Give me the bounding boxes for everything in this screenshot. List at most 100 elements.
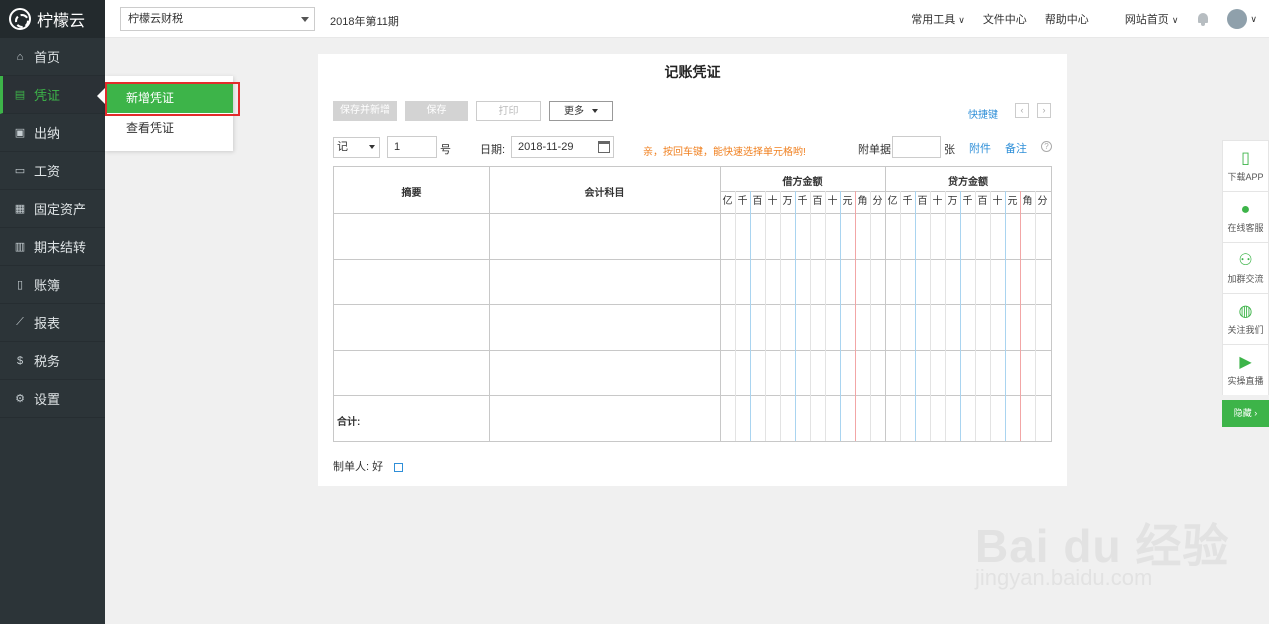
right-panel-item-4[interactable]: ▶ 实操直播 [1222, 344, 1269, 395]
calendar-icon: ▥ [14, 241, 26, 253]
top-bar: 柠檬云财税 2018年第11期 常用工具 ∨ 文件中心 帮助中心 网站首页 ∨ ∨ [105, 0, 1269, 38]
voucher-icon: ▤ [14, 89, 26, 101]
group-icon: ⚇ [1238, 252, 1253, 269]
enter-key-tip: 亲，按回车键，能快速选择单元格哟! [643, 147, 806, 158]
maker-info: 制单人: 好 [333, 458, 404, 474]
calendar-icon[interactable] [598, 141, 610, 153]
digit-column-line [870, 191, 871, 441]
prev-voucher-button[interactable]: ‹ [1015, 103, 1029, 118]
right-panel-item-label: 下载APP [1227, 172, 1264, 182]
view-voucher-menu-item[interactable]: 查看凭证 [105, 113, 233, 143]
date-input[interactable]: 2018-11-29 [511, 136, 614, 158]
sidebar-item-9[interactable]: ⚙ 设置 [0, 380, 105, 418]
summary-header: 摘要 [401, 188, 422, 199]
cashier-icon: ▣ [14, 127, 26, 139]
digit-header: 千 [737, 196, 748, 207]
sidebar-item-5[interactable]: ▥ 期末结转 [0, 228, 105, 266]
digit-column-line [810, 191, 811, 441]
voucher-card: 记账凭证 保存并新增 保存 打印 更多 快捷键 ‹ › 记 1 号 日期: 20… [318, 54, 1067, 486]
digit-column-line [840, 191, 841, 441]
tools-menu[interactable]: 常用工具 ∨ [893, 11, 965, 27]
digit-header: 千 [962, 196, 973, 207]
site-home-menu[interactable]: 网站首页 ∨ [1107, 11, 1179, 27]
digit-column-line [900, 191, 901, 441]
right-panel-item-label: 实操直播 [1227, 376, 1264, 386]
sidebar-item-label: 凭证 [34, 88, 61, 103]
next-voucher-button[interactable]: › [1037, 103, 1051, 118]
sidebar-item-3[interactable]: ▭ 工资 [0, 152, 105, 190]
right-panel-item-1[interactable]: ● 在线客服 [1222, 191, 1269, 242]
edit-icon[interactable] [394, 462, 404, 472]
chevron-down-icon [592, 109, 598, 114]
sidebar-item-label: 账簿 [34, 278, 61, 293]
digit-column-line [1020, 191, 1021, 441]
shortcut-link[interactable]: 快捷键 [968, 106, 998, 121]
sidebar-item-label: 设置 [34, 392, 61, 407]
company-select[interactable]: 柠檬云财税 [120, 7, 315, 31]
accounting-period: 2018年第11期 [330, 16, 399, 28]
sidebar-item-2[interactable]: ▣ 出纳 [0, 114, 105, 152]
digit-header: 元 [1007, 196, 1018, 207]
baidu-watermark-url: jingyan.baidu.com [975, 565, 1153, 590]
digit-column-line [780, 191, 781, 441]
highlight-annotation-box [105, 82, 240, 116]
sidebar-item-1[interactable]: ▤ 凭证 [0, 76, 105, 114]
summary-cell[interactable] [334, 214, 489, 258]
avatar[interactable] [1227, 9, 1248, 29]
digit-header: 万 [782, 196, 793, 207]
right-panel-item-3[interactable]: ◍ 关注我们 [1222, 293, 1269, 344]
brand[interactable]: 柠檬云 [0, 0, 105, 38]
right-panel-item-2[interactable]: ⚇ 加群交流 [1222, 242, 1269, 293]
help-center-link[interactable]: 帮助中心 [1045, 11, 1089, 27]
voucher-entry-table: 摘要 会计科目 借方金额 贷方金额 亿千百十万千百十元角分 亿千百十万千百十元角… [333, 166, 1052, 442]
digit-header: 十 [992, 196, 1003, 207]
credit-digit-headers: 亿千百十万千百十元角分 [885, 191, 1050, 213]
digit-column-line [975, 191, 976, 441]
attachments-count-input[interactable] [892, 136, 941, 158]
voucher-type-select[interactable]: 记 [333, 137, 380, 158]
sidebar-item-label: 期末结转 [34, 240, 87, 255]
date-label: 日期: [480, 144, 506, 156]
voucher-number-input[interactable]: 1 [387, 136, 437, 158]
save-button[interactable]: 保存 [405, 101, 468, 121]
digit-header: 千 [902, 196, 913, 207]
digit-column-line [930, 191, 931, 441]
right-panel-item-label: 关注我们 [1227, 325, 1264, 335]
asset-icon: ▦ [14, 203, 26, 215]
digit-header: 亿 [722, 196, 733, 207]
digit-header: 百 [917, 196, 928, 207]
help-icon[interactable]: ? [1041, 141, 1052, 152]
brand-name: 柠檬云 [37, 13, 86, 30]
sidebar-item-8[interactable]: $ 税务 [0, 342, 105, 380]
sidebar-item-4[interactable]: ▦ 固定资产 [0, 190, 105, 228]
digit-column-line [735, 191, 736, 441]
account-header: 会计科目 [584, 188, 625, 199]
sidebar: 柠檬云 ⌂ 首页 ▤ 凭证 ▣ 出纳 ▭ 工资 ▦ 固定资产 ▥ 期末结转 ▯ 账簿 ⟋ 报表 $ 税务 ⚙ 设置 [0, 0, 105, 624]
digit-header: 分 [1037, 196, 1048, 207]
maker-name: 好 [372, 461, 384, 473]
sidebar-item-label: 出纳 [34, 126, 61, 141]
digit-header: 百 [812, 196, 823, 207]
attachments-label: 附单据 [858, 144, 891, 156]
right-panel-item-label: 在线客服 [1227, 223, 1264, 233]
chevron-down-icon[interactable]: ∨ [1250, 14, 1257, 25]
hide-panel-button[interactable]: 隐藏 › [1222, 400, 1269, 427]
print-button[interactable]: 打印 [476, 101, 541, 121]
right-panel-item-0[interactable]: ▯ 下载APP [1222, 140, 1269, 191]
note-link[interactable]: 备注 [1005, 140, 1027, 156]
more-dropdown[interactable]: 更多 [549, 101, 613, 121]
chevron-down-icon: ∨ [1171, 15, 1179, 25]
digit-header: 十 [767, 196, 778, 207]
sidebar-item-0[interactable]: ⌂ 首页 [0, 38, 105, 76]
digit-column-line [765, 191, 766, 441]
maker-label: 制单人: [333, 461, 370, 473]
tax-icon: $ [16, 354, 24, 367]
save-and-new-button[interactable]: 保存并新增 [333, 101, 397, 121]
phone-icon: ▯ [1241, 150, 1250, 167]
file-center-link[interactable]: 文件中心 [983, 11, 1027, 27]
attachment-link[interactable]: 附件 [969, 140, 991, 156]
account-cell[interactable] [490, 214, 720, 258]
sidebar-item-6[interactable]: ▯ 账簿 [0, 266, 105, 304]
bell-icon[interactable] [1196, 12, 1210, 26]
sidebar-item-7[interactable]: ⟋ 报表 [0, 304, 105, 342]
